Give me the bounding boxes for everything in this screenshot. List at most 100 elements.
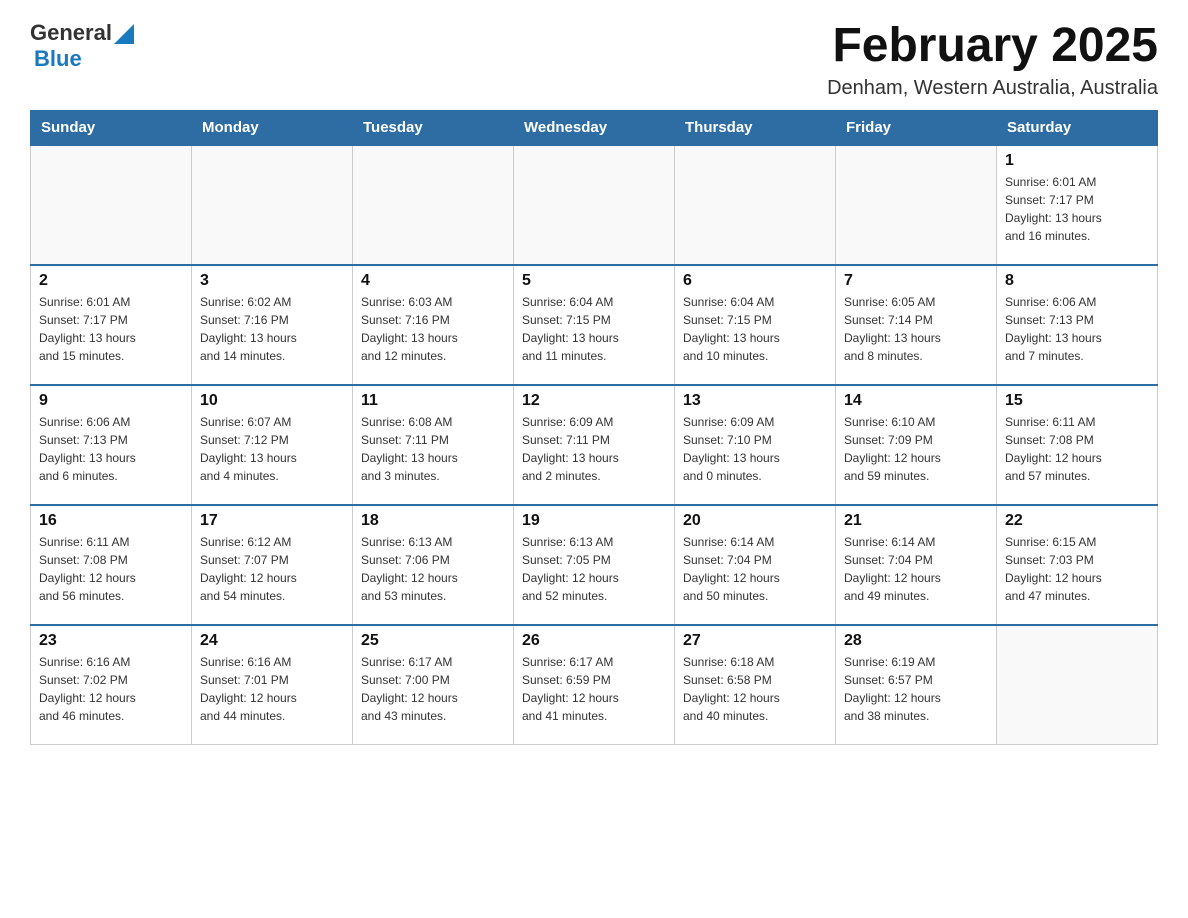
calendar-cell: 12 Sunrise: 6:09 AM Sunset: 7:11 PM Dayli… — [514, 385, 675, 505]
day-number: 28 — [844, 632, 988, 650]
calendar-cell: 27Sunrise: 6:18 AM Sunset: 6:58 PM Dayli… — [675, 625, 836, 745]
day-info: Sunrise: 6:09 AM Sunset: 7:10 PM Dayligh… — [683, 413, 827, 485]
day-info: Sunrise: 6:18 AM Sunset: 6:58 PM Dayligh… — [683, 653, 827, 725]
location-title: Denham, Western Australia, Australia — [827, 77, 1158, 100]
weekday-header-thursday: Thursday — [675, 110, 836, 145]
day-number: 21 — [844, 512, 988, 530]
day-info: Sunrise: 6:07 AM Sunset: 7:12 PM Dayligh… — [200, 413, 344, 485]
day-number: 25 — [361, 632, 505, 650]
calendar-cell: 28 Sunrise: 6:19 AM Sunset: 6:57 PM Dayli… — [836, 625, 997, 745]
month-title: February 2025 — [827, 20, 1158, 73]
day-info: Sunrise: 6:01 AM Sunset: 7:17 PM Dayligh… — [1005, 173, 1149, 245]
day-info: Sunrise: 6:13 AM Sunset: 7:06 PM Dayligh… — [361, 533, 505, 605]
calendar-cell: 16 Sunrise: 6:11 AM Sunset: 7:08 PM Dayli… — [31, 505, 192, 625]
calendar-cell: 11 Sunrise: 6:08 AM Sunset: 7:11 PM Dayli… — [353, 385, 514, 505]
calendar-cell: 21 Sunrise: 6:14 AM Sunset: 7:04 PM Dayli… — [836, 505, 997, 625]
day-number: 17 — [200, 512, 344, 530]
day-number: 19 — [522, 512, 666, 530]
logo-general: General — [30, 20, 112, 46]
title-block: February 2025 Denham, Western Australia,… — [827, 20, 1158, 100]
weekday-header-tuesday: Tuesday — [353, 110, 514, 145]
day-info: Sunrise: 6:16 AM Sunset: 7:02 PM Dayligh… — [39, 653, 183, 725]
day-number: 8 — [1005, 272, 1149, 290]
calendar-cell — [675, 145, 836, 265]
calendar-cell: 5Sunrise: 6:04 AM Sunset: 7:15 PM Daylig… — [514, 265, 675, 385]
day-info: Sunrise: 6:13 AM Sunset: 7:05 PM Dayligh… — [522, 533, 666, 605]
calendar-cell — [997, 625, 1158, 745]
calendar-cell: 23 Sunrise: 6:16 AM Sunset: 7:02 PM Dayli… — [31, 625, 192, 745]
weekday-header-wednesday: Wednesday — [514, 110, 675, 145]
calendar-cell: 9 Sunrise: 6:06 AM Sunset: 7:13 PM Daylig… — [31, 385, 192, 505]
day-info: Sunrise: 6:06 AM Sunset: 7:13 PM Dayligh… — [1005, 293, 1149, 365]
day-number: 22 — [1005, 512, 1149, 530]
page-header: General Blue February 2025 Denham, Weste… — [30, 20, 1158, 100]
day-info: Sunrise: 6:17 AM Sunset: 6:59 PM Dayligh… — [522, 653, 666, 725]
calendar-cell — [514, 145, 675, 265]
week-row-4: 16 Sunrise: 6:11 AM Sunset: 7:08 PM Dayli… — [31, 505, 1158, 625]
day-info: Sunrise: 6:14 AM Sunset: 7:04 PM Dayligh… — [683, 533, 827, 605]
day-info: Sunrise: 6:04 AM Sunset: 7:15 PM Dayligh… — [522, 293, 666, 365]
calendar-cell: 19 Sunrise: 6:13 AM Sunset: 7:05 PM Dayli… — [514, 505, 675, 625]
day-number: 7 — [844, 272, 988, 290]
calendar-cell: 24 Sunrise: 6:16 AM Sunset: 7:01 PM Dayli… — [192, 625, 353, 745]
weekday-header-sunday: Sunday — [31, 110, 192, 145]
day-info: Sunrise: 6:14 AM Sunset: 7:04 PM Dayligh… — [844, 533, 988, 605]
logo: General Blue — [30, 20, 134, 72]
day-number: 6 — [683, 272, 827, 290]
day-info: Sunrise: 6:10 AM Sunset: 7:09 PM Dayligh… — [844, 413, 988, 485]
calendar-cell — [192, 145, 353, 265]
day-info: Sunrise: 6:16 AM Sunset: 7:01 PM Dayligh… — [200, 653, 344, 725]
day-number: 26 — [522, 632, 666, 650]
calendar-cell: 25 Sunrise: 6:17 AM Sunset: 7:00 PM Dayli… — [353, 625, 514, 745]
week-row-1: 1 Sunrise: 6:01 AM Sunset: 7:17 PM Daylig… — [31, 145, 1158, 265]
logo-triangle-icon — [114, 24, 134, 44]
calendar-cell — [353, 145, 514, 265]
day-number: 14 — [844, 392, 988, 410]
week-row-3: 9 Sunrise: 6:06 AM Sunset: 7:13 PM Daylig… — [31, 385, 1158, 505]
day-number: 1 — [1005, 152, 1149, 170]
calendar-cell: 7 Sunrise: 6:05 AM Sunset: 7:14 PM Daylig… — [836, 265, 997, 385]
calendar-cell: 14 Sunrise: 6:10 AM Sunset: 7:09 PM Dayli… — [836, 385, 997, 505]
calendar-cell: 6 Sunrise: 6:04 AM Sunset: 7:15 PM Daylig… — [675, 265, 836, 385]
calendar-table: SundayMondayTuesdayWednesdayThursdayFrid… — [30, 110, 1158, 746]
weekday-header-friday: Friday — [836, 110, 997, 145]
weekday-header-row: SundayMondayTuesdayWednesdayThursdayFrid… — [31, 110, 1158, 145]
day-number: 24 — [200, 632, 344, 650]
day-info: Sunrise: 6:12 AM Sunset: 7:07 PM Dayligh… — [200, 533, 344, 605]
calendar-cell: 15Sunrise: 6:11 AM Sunset: 7:08 PM Dayli… — [997, 385, 1158, 505]
day-info: Sunrise: 6:02 AM Sunset: 7:16 PM Dayligh… — [200, 293, 344, 365]
calendar-cell: 17 Sunrise: 6:12 AM Sunset: 7:07 PM Dayli… — [192, 505, 353, 625]
day-number: 13 — [683, 392, 827, 410]
calendar-cell: 18Sunrise: 6:13 AM Sunset: 7:06 PM Dayli… — [353, 505, 514, 625]
calendar-cell: 4Sunrise: 6:03 AM Sunset: 7:16 PM Daylig… — [353, 265, 514, 385]
day-number: 16 — [39, 512, 183, 530]
day-number: 3 — [200, 272, 344, 290]
calendar-cell: 26 Sunrise: 6:17 AM Sunset: 6:59 PM Dayli… — [514, 625, 675, 745]
day-number: 20 — [683, 512, 827, 530]
day-info: Sunrise: 6:09 AM Sunset: 7:11 PM Dayligh… — [522, 413, 666, 485]
day-info: Sunrise: 6:08 AM Sunset: 7:11 PM Dayligh… — [361, 413, 505, 485]
day-info: Sunrise: 6:05 AM Sunset: 7:14 PM Dayligh… — [844, 293, 988, 365]
calendar-cell: 10 Sunrise: 6:07 AM Sunset: 7:12 PM Dayli… — [192, 385, 353, 505]
calendar-cell: 8 Sunrise: 6:06 AM Sunset: 7:13 PM Daylig… — [997, 265, 1158, 385]
week-row-5: 23 Sunrise: 6:16 AM Sunset: 7:02 PM Dayli… — [31, 625, 1158, 745]
day-info: Sunrise: 6:17 AM Sunset: 7:00 PM Dayligh… — [361, 653, 505, 725]
calendar-cell: 1 Sunrise: 6:01 AM Sunset: 7:17 PM Daylig… — [997, 145, 1158, 265]
weekday-header-saturday: Saturday — [997, 110, 1158, 145]
day-number: 23 — [39, 632, 183, 650]
day-info: Sunrise: 6:19 AM Sunset: 6:57 PM Dayligh… — [844, 653, 988, 725]
day-info: Sunrise: 6:04 AM Sunset: 7:15 PM Dayligh… — [683, 293, 827, 365]
day-number: 9 — [39, 392, 183, 410]
day-number: 4 — [361, 272, 505, 290]
calendar-cell: 20 Sunrise: 6:14 AM Sunset: 7:04 PM Dayli… — [675, 505, 836, 625]
calendar-cell — [836, 145, 997, 265]
day-info: Sunrise: 6:01 AM Sunset: 7:17 PM Dayligh… — [39, 293, 183, 365]
day-number: 15 — [1005, 392, 1149, 410]
day-number: 12 — [522, 392, 666, 410]
day-number: 11 — [361, 392, 505, 410]
day-number: 10 — [200, 392, 344, 410]
day-info: Sunrise: 6:11 AM Sunset: 7:08 PM Dayligh… — [39, 533, 183, 605]
day-info: Sunrise: 6:06 AM Sunset: 7:13 PM Dayligh… — [39, 413, 183, 485]
calendar-cell: 13 Sunrise: 6:09 AM Sunset: 7:10 PM Dayli… — [675, 385, 836, 505]
calendar-cell — [31, 145, 192, 265]
